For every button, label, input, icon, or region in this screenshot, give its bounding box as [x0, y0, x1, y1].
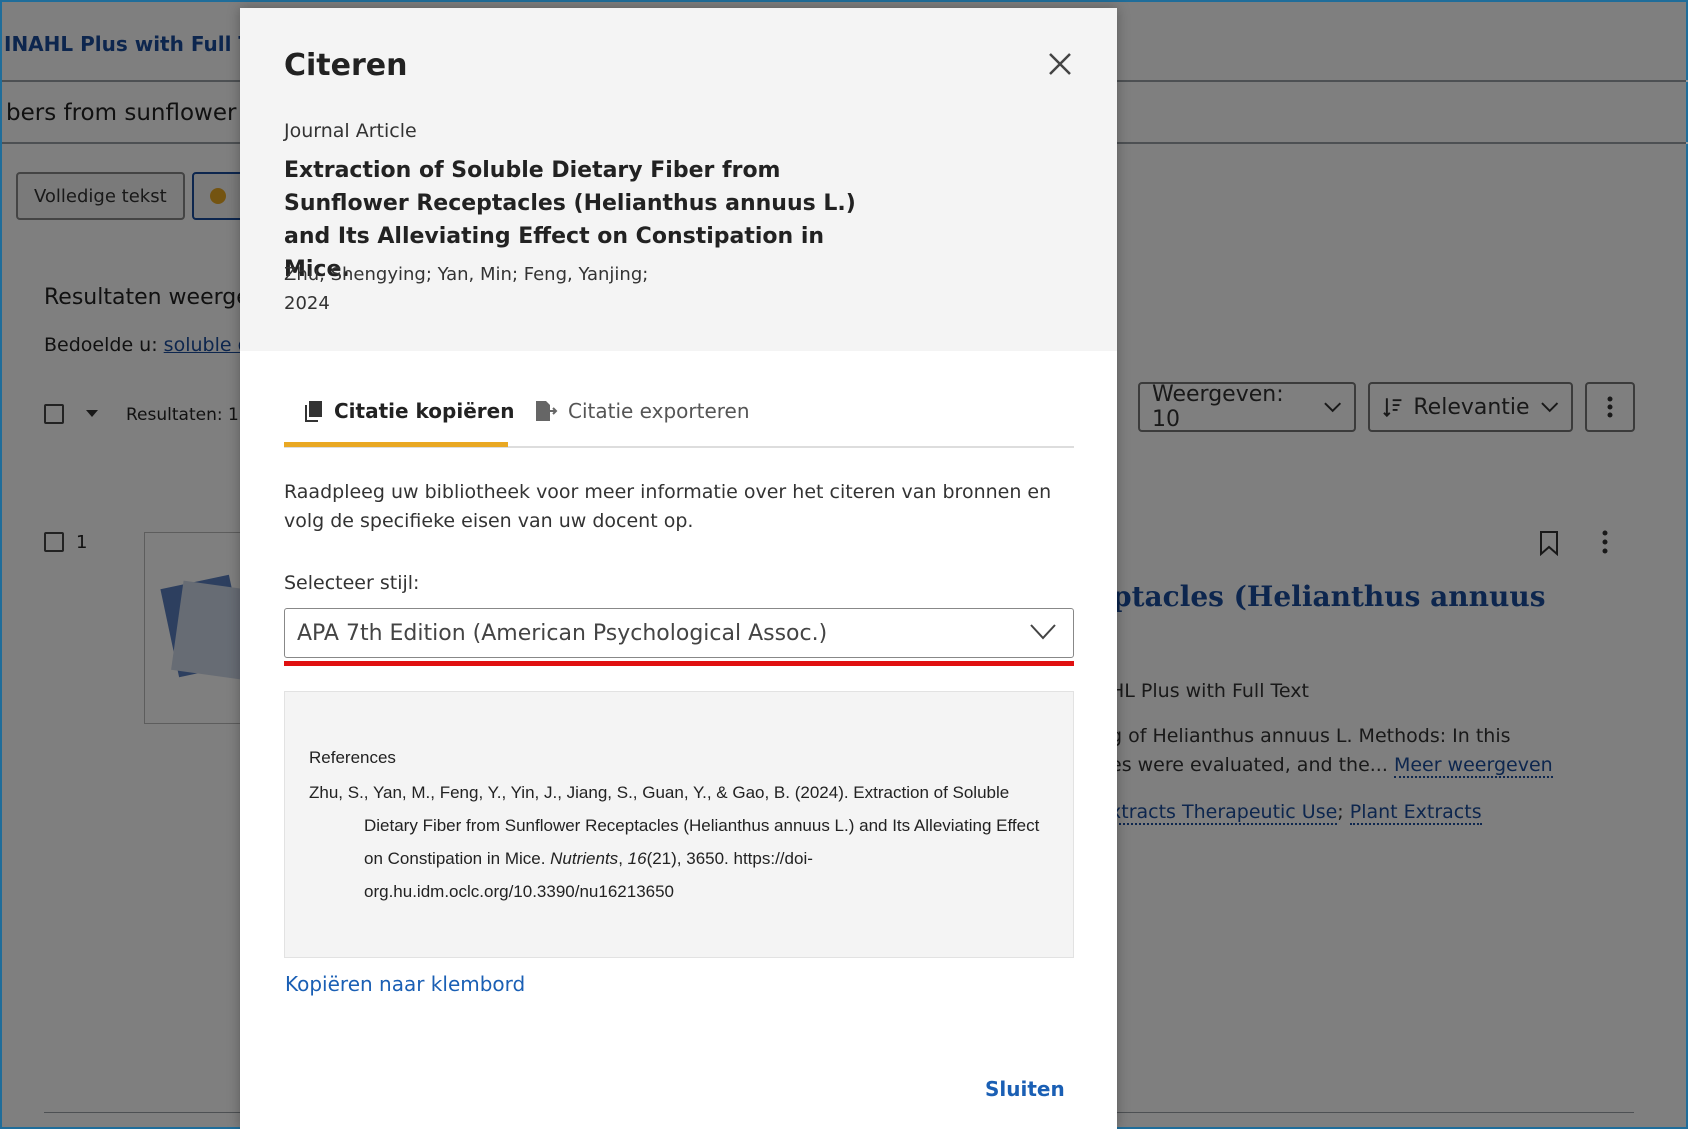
cite-dialog: Citeren Journal Article Extraction of So… [240, 8, 1117, 1129]
dialog-header: Citeren Journal Article Extraction of So… [240, 8, 1117, 351]
chevron-down-icon [1030, 624, 1056, 640]
citation-volume: 16 [627, 849, 647, 868]
dialog-title: Citeren [284, 48, 408, 83]
export-icon [536, 401, 558, 421]
document-type: Journal Article [284, 120, 417, 142]
style-label: Selecteer stijl: [284, 572, 420, 594]
copy-icon [305, 401, 322, 422]
tab-label: Citatie kopiëren [334, 399, 515, 423]
close-icon[interactable] [1040, 44, 1080, 84]
cite-tabs: Citatie kopiëren Citatie exporteren [284, 380, 1074, 448]
citation-preview: References Zhu, S., Yan, M., Feng, Y., Y… [284, 691, 1074, 958]
citation-separator: , [618, 849, 628, 868]
citation-style-select[interactable]: APA 7th Edition (American Psychological … [284, 608, 1074, 658]
citation-text: Zhu, S., Yan, M., Feng, Y., Yin, J., Jia… [309, 776, 1049, 908]
tab-copy-citation[interactable]: Citatie kopiëren [304, 380, 514, 442]
references-heading: References [309, 748, 396, 767]
copy-to-clipboard-link[interactable]: Kopiëren naar klembord [285, 972, 525, 996]
highlight-underline [284, 661, 1074, 666]
document-authors: Zhu, Shengying; Yan, Min; Feng, Yanjing; [284, 264, 649, 285]
citation-style-value: APA 7th Edition (American Psychological … [297, 620, 828, 646]
document-year: 2024 [284, 293, 330, 314]
active-tab-indicator [284, 442, 508, 447]
close-button[interactable]: Sluiten [985, 1077, 1065, 1101]
tab-export-citation[interactable]: Citatie exporteren [534, 380, 750, 442]
citation-info-text: Raadpleeg uw bibliotheek voor meer infor… [284, 481, 1052, 532]
citation-journal: Nutrients [550, 849, 619, 868]
tab-label: Citatie exporteren [568, 399, 750, 423]
